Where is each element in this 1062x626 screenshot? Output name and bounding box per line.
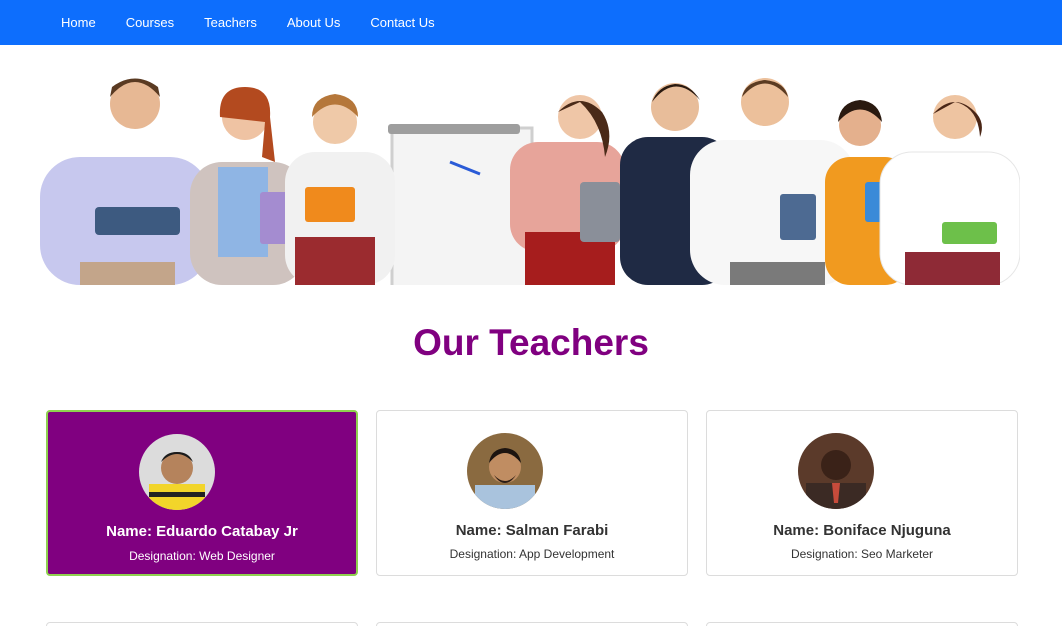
- nav-links: Home Courses Teachers About Us Contact U…: [61, 0, 465, 45]
- nav-contact-link[interactable]: Contact Us: [370, 0, 434, 45]
- top-navbar: Home Courses Teachers About Us Contact U…: [0, 0, 1062, 45]
- hero-banner-image: [40, 62, 1020, 285]
- teacher-name: Name: Eduardo Catabay Jr: [106, 523, 298, 540]
- teacher-avatar: [467, 433, 543, 509]
- nav-courses-link[interactable]: Courses: [126, 0, 174, 45]
- teacher-card-partial: [46, 622, 358, 626]
- nav-home-link[interactable]: Home: [61, 0, 96, 45]
- teacher-avatar: [139, 434, 215, 510]
- section-title: Our Teachers: [413, 322, 649, 363]
- teacher-name: Name: Boniface Njuguna: [773, 522, 951, 539]
- teacher-name: Name: Salman Farabi: [455, 522, 609, 539]
- teacher-card[interactable]: Name: Boniface Njuguna Designation: Seo …: [706, 410, 1018, 576]
- nav-about-link[interactable]: About Us: [287, 0, 340, 45]
- teacher-designation: Designation: Web Designer: [129, 549, 275, 563]
- teacher-card[interactable]: Name: Eduardo Catabay Jr Designation: We…: [46, 410, 358, 576]
- teacher-card-partial: [376, 622, 688, 626]
- teachers-group-illustration: [40, 78, 1020, 285]
- nav-teachers-link[interactable]: Teachers: [204, 0, 257, 45]
- teacher-avatar: [798, 433, 874, 509]
- teacher-designation: Designation: Seo Marketer: [790, 547, 934, 561]
- teacher-card-partial: [706, 622, 1018, 626]
- teacher-designation: Designation: App Development: [449, 547, 615, 561]
- teacher-card[interactable]: Name: Salman Farabi Designation: App Dev…: [376, 410, 688, 576]
